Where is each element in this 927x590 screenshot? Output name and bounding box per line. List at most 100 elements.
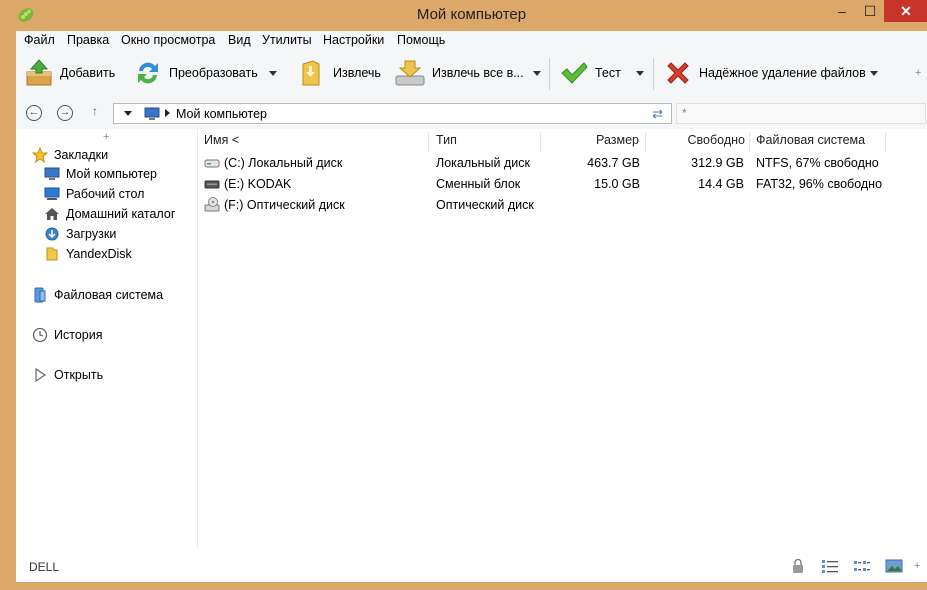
toolbar-separator bbox=[549, 58, 550, 90]
convert-dropdown-arrow[interactable] bbox=[269, 71, 277, 76]
drive-filesystem: NTFS, 67% свободно bbox=[756, 156, 879, 170]
sidebar: + Закладки Мой компьютер Рабочий стол До… bbox=[16, 129, 198, 549]
table-row[interactable]: (F:) Оптический диск Оптический диск bbox=[198, 195, 927, 216]
secure-delete-button[interactable]: Надёжное удаление файлов bbox=[663, 56, 866, 90]
desktop-icon bbox=[44, 187, 60, 200]
sidebar-item-label: Домашний каталог bbox=[66, 207, 176, 221]
sidebar-open-label: Открыть bbox=[54, 368, 104, 382]
column-header-name[interactable]: Имя < bbox=[198, 132, 429, 152]
sidebar-filesystem[interactable]: Файловая система bbox=[32, 287, 163, 303]
checkmark-icon bbox=[561, 62, 588, 84]
sidebar-item-label: Мой компьютер bbox=[66, 167, 157, 181]
star-icon bbox=[32, 147, 48, 163]
optical-drive-icon bbox=[204, 197, 220, 212]
add-button[interactable]: Добавить bbox=[24, 56, 115, 90]
secure-delete-label: Надёжное удаление файлов bbox=[699, 66, 866, 80]
forward-button[interactable]: → bbox=[57, 105, 73, 121]
menu-view[interactable]: Вид bbox=[228, 33, 251, 47]
drive-type: Оптический диск bbox=[436, 198, 534, 212]
drive-name: (F:) Оптический диск bbox=[224, 198, 345, 212]
address-bar[interactable]: Мой компьютер ⇄ bbox=[113, 103, 672, 124]
add-label: Добавить bbox=[60, 66, 116, 80]
client-area: Файл Правка Окно просмотра Вид Утилиты Н… bbox=[16, 31, 927, 582]
column-header-type[interactable]: Тип bbox=[429, 132, 541, 152]
history-dropdown-arrow[interactable] bbox=[124, 111, 132, 116]
downloads-icon bbox=[45, 227, 59, 241]
close-button[interactable]: ✕ bbox=[884, 0, 927, 22]
menu-bar: Файл Правка Окно просмотра Вид Утилиты Н… bbox=[16, 31, 927, 50]
menu-help[interactable]: Помощь bbox=[397, 33, 445, 47]
thumbnail-view-icon[interactable] bbox=[885, 558, 903, 574]
sidebar-item-downloads[interactable]: Загрузки bbox=[44, 227, 116, 241]
clock-icon bbox=[32, 327, 48, 343]
sidebar-item-home[interactable]: Домашний каталог bbox=[44, 207, 175, 221]
navigation-bar: ← → ↑ Мой компьютер ⇄ * bbox=[16, 98, 927, 130]
column-header-free[interactable]: Свободно bbox=[646, 132, 750, 152]
search-filter-input[interactable]: * bbox=[676, 103, 926, 124]
sidebar-open[interactable]: Открыть bbox=[32, 367, 103, 383]
test-dropdown-arrow[interactable] bbox=[636, 71, 644, 76]
computer-icon bbox=[44, 167, 60, 180]
convert-label: Преобразовать bbox=[169, 66, 258, 80]
breadcrumb-arrow-icon bbox=[165, 109, 170, 117]
lock-icon[interactable] bbox=[791, 558, 805, 574]
drive-filesystem: FAT32, 96% свободно bbox=[756, 177, 883, 191]
secure-delete-dropdown-arrow[interactable] bbox=[870, 71, 878, 76]
sidebar-item-label: Загрузки bbox=[66, 227, 117, 241]
sidebar-history[interactable]: История bbox=[32, 327, 102, 343]
table-row[interactable]: (C:) Локальный диск Локальный диск 463.7… bbox=[198, 153, 927, 174]
folder-icon bbox=[46, 247, 58, 261]
extract-all-icon bbox=[395, 60, 425, 86]
test-button[interactable]: Тест bbox=[559, 56, 621, 90]
drive-free: 14.4 GB bbox=[698, 177, 744, 191]
sidebar-item-desktop[interactable]: Рабочий стол bbox=[44, 187, 144, 201]
sidebar-bookmarks-label: Закладки bbox=[54, 148, 109, 162]
menu-edit[interactable]: Правка bbox=[67, 33, 109, 47]
add-archive-icon bbox=[26, 59, 52, 86]
sidebar-item-yandexdisk[interactable]: YandexDisk bbox=[44, 247, 132, 261]
status-text: DELL bbox=[29, 560, 60, 574]
filesystem-icon bbox=[34, 287, 46, 303]
sidebar-item-label: Рабочий стол bbox=[66, 187, 145, 201]
sidebar-item-my-computer[interactable]: Мой компьютер bbox=[44, 167, 157, 181]
extract-all-dropdown-arrow[interactable] bbox=[533, 71, 541, 76]
search-placeholder: * bbox=[682, 106, 687, 120]
extract-button[interactable]: Извлечь bbox=[297, 56, 381, 90]
test-label: Тест bbox=[595, 66, 621, 80]
status-bar: DELL + bbox=[16, 552, 927, 582]
title-bar[interactable]: Мой компьютер – ☐ ✕ bbox=[8, 0, 927, 31]
file-list: Имя < Тип Размер Свободно Файловая систе… bbox=[198, 129, 927, 549]
list-view-icon[interactable] bbox=[853, 558, 871, 574]
column-header-size[interactable]: Размер bbox=[541, 132, 646, 152]
sidebar-collapse-icon[interactable]: + bbox=[103, 131, 109, 143]
back-button[interactable]: ← bbox=[26, 105, 42, 121]
drive-type: Сменный блок bbox=[436, 177, 521, 191]
menu-file[interactable]: Файл bbox=[24, 33, 55, 47]
up-button[interactable]: ↑ bbox=[92, 104, 98, 118]
window-title: Мой компьютер bbox=[416, 6, 527, 23]
statusbar-more-icon[interactable]: + bbox=[914, 560, 920, 572]
toolbar: Добавить Преобразовать Извлечь Извлечь в… bbox=[16, 50, 927, 99]
maximize-button[interactable]: ☐ bbox=[856, 0, 884, 22]
drive-name: (C:) Локальный диск bbox=[224, 156, 343, 170]
extract-icon bbox=[302, 60, 320, 86]
menu-browser[interactable]: Окно просмотра bbox=[121, 33, 215, 47]
sidebar-bookmarks[interactable]: Закладки bbox=[32, 147, 108, 163]
convert-icon bbox=[138, 62, 158, 84]
menu-options[interactable]: Настройки bbox=[323, 33, 384, 47]
menu-tools[interactable]: Утилиты bbox=[262, 33, 312, 47]
address-text: Мой компьютер bbox=[176, 107, 267, 121]
play-arrow-icon bbox=[35, 367, 47, 383]
details-view-icon[interactable] bbox=[821, 558, 839, 574]
column-header-filesystem[interactable]: Файловая система bbox=[750, 132, 886, 152]
toolbar-more-icon[interactable]: + bbox=[915, 67, 921, 79]
table-row[interactable]: (E:) KODAK Сменный блок 15.0 GB 14.4 GB … bbox=[198, 174, 927, 195]
home-icon bbox=[45, 208, 59, 220]
minimize-button[interactable]: – bbox=[828, 0, 856, 22]
removable-drive-icon bbox=[204, 180, 220, 189]
refresh-icon[interactable]: ⇄ bbox=[652, 106, 663, 122]
convert-button[interactable]: Преобразовать bbox=[133, 56, 258, 90]
extract-label: Извлечь bbox=[333, 66, 381, 80]
drive-name: (E:) KODAK bbox=[224, 177, 292, 191]
extract-all-button[interactable]: Извлечь все в... bbox=[394, 56, 524, 90]
